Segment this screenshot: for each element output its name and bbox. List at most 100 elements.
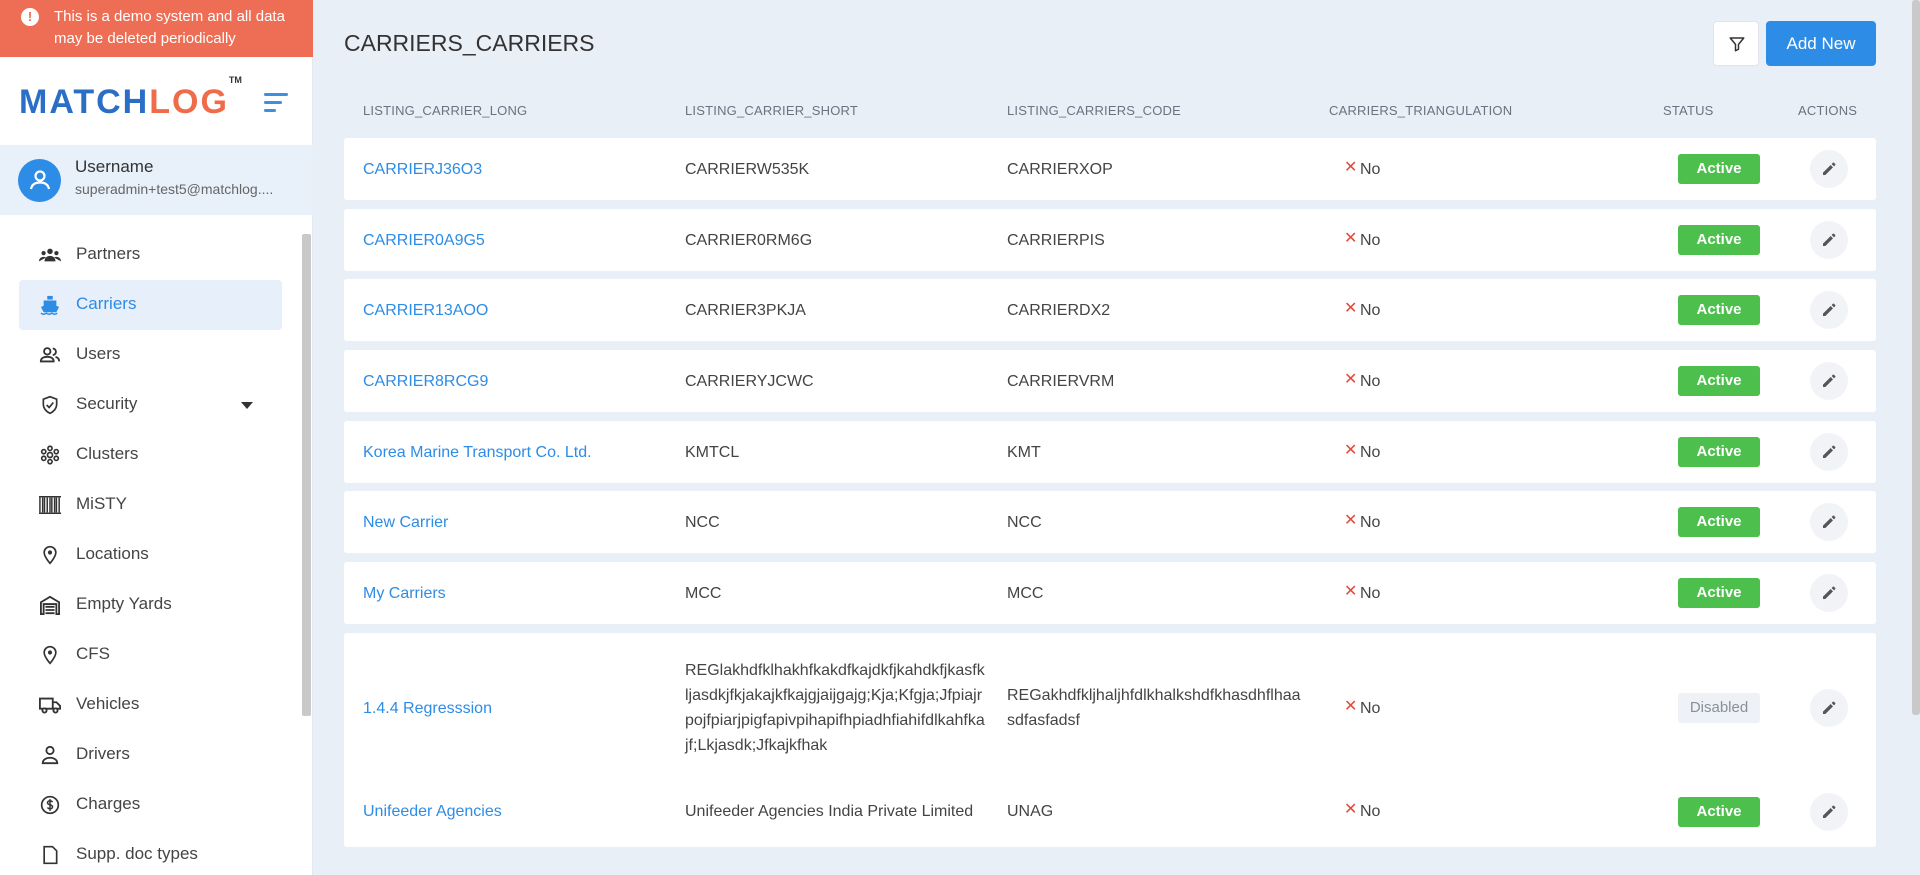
sidebar-item-empty-yards[interactable]: Empty Yards	[19, 580, 282, 630]
edit-button[interactable]	[1810, 221, 1848, 259]
sidebar-item-vehicles[interactable]: Vehicles	[19, 680, 282, 730]
person-icon	[39, 745, 61, 765]
sidebar-item-label: CFS	[76, 644, 110, 663]
triangulation-value: No	[1360, 514, 1381, 531]
triangulation-value: No	[1360, 444, 1381, 461]
carrier-short-cell: CARRIER0RM6G	[685, 232, 813, 249]
table-row: Unifeeder Agencies Unifeeder Agencies Ind…	[344, 776, 1876, 847]
filter-button[interactable]	[1713, 21, 1759, 66]
triangulation-value: No	[1360, 302, 1381, 319]
header-carrier-short[interactable]: LISTING_CARRIER_SHORT	[685, 103, 858, 118]
table-row: CARRIERJ36O3 CARRIERW535K CARRIERXOP ✕ No Act…	[344, 138, 1876, 200]
pencil-icon	[1823, 233, 1836, 246]
table-row: CARRIER0A9G5 CARRIER0RM6G CARRIERPIS ✕ No Act…	[344, 209, 1876, 271]
sidebar-item-label: Vehicles	[76, 694, 140, 713]
barcode-icon	[39, 495, 61, 515]
sidebar-item-label: Charges	[76, 794, 141, 813]
edit-button[interactable]	[1810, 362, 1848, 400]
carrier-code-cell: CARRIERVRM	[1007, 373, 1115, 390]
carrier-code-cell: MCC	[1007, 585, 1044, 602]
carrier-long-link[interactable]: CARRIER0A9G5	[363, 228, 663, 253]
carrier-short-cell: CARRIER3PKJA	[685, 302, 806, 319]
pencil-icon	[1823, 445, 1836, 458]
matchlog-logo[interactable]: MATCHLOGTM	[19, 75, 242, 122]
status-badge: Active	[1678, 578, 1760, 608]
avatar	[18, 159, 61, 202]
header-carrier-code[interactable]: LISTING_CARRIERS_CODE	[1007, 103, 1181, 118]
page-scrollbar[interactable]	[1912, 0, 1920, 715]
carrier-long-link[interactable]: My Carriers	[363, 581, 663, 606]
edit-button[interactable]	[1810, 503, 1848, 541]
sidebar-item-cfs[interactable]: CFS	[19, 630, 282, 680]
carrier-long-link[interactable]: Korea Marine Transport Co. Ltd.	[363, 440, 663, 465]
status-badge: Active	[1678, 295, 1760, 325]
shield-icon	[39, 395, 61, 415]
status-badge: Disabled	[1678, 693, 1760, 723]
sidebar-scrollbar[interactable]	[302, 234, 311, 716]
carrier-long-link[interactable]: New Carrier	[363, 510, 663, 535]
sidebar-item-misty[interactable]: MiSTY	[19, 480, 282, 530]
carrier-long-link[interactable]: Unifeeder Agencies	[363, 799, 663, 824]
sidebar-item-clusters[interactable]: Clusters	[19, 430, 282, 480]
sidebar-item-label: Supp. doc types	[76, 844, 198, 863]
sidebar-item-users[interactable]: Users	[19, 330, 282, 380]
sidebar-item-label: Users	[76, 344, 121, 363]
close-icon: ✕	[1344, 801, 1358, 818]
header-triangulation[interactable]: CARRIERS_TRIANGULATION	[1329, 103, 1512, 118]
table-row: Korea Marine Transport Co. Ltd. KMTCL KMT ✕…	[344, 421, 1876, 483]
demo-warning-text: This is a demo system and all data may b…	[54, 8, 285, 47]
sidebar-item-label: Security	[76, 394, 138, 413]
status-badge: Active	[1678, 507, 1760, 537]
triangulation-value: No	[1360, 373, 1381, 390]
header-status[interactable]: STATUS	[1663, 103, 1714, 118]
ship-icon	[39, 295, 61, 315]
user-icon	[29, 170, 51, 190]
status-badge: Active	[1678, 225, 1760, 255]
edit-button[interactable]	[1810, 574, 1848, 612]
sidebar-item-locations[interactable]: Locations	[19, 530, 282, 580]
sidebar-item-drivers[interactable]: Drivers	[19, 730, 282, 780]
sidebar-item-partners[interactable]: Partners	[19, 230, 282, 280]
table-row: CARRIER13AOO CARRIER3PKJA CARRIERDX2 ✕ No Act…	[344, 279, 1876, 341]
header-carrier-long[interactable]: LISTING_CARRIER_LONG	[363, 103, 527, 118]
close-icon: ✕	[1344, 159, 1358, 176]
status-badge: Active	[1678, 366, 1760, 396]
sidebar-item-charges[interactable]: Charges	[19, 780, 282, 830]
edit-button[interactable]	[1810, 793, 1848, 831]
carrier-code-cell: UNAG	[1007, 803, 1054, 820]
edit-button[interactable]	[1810, 150, 1848, 188]
caret-down-icon[interactable]	[241, 402, 253, 409]
pencil-icon	[1823, 515, 1836, 528]
carrier-long-link[interactable]: CARRIER8RCG9	[363, 369, 663, 394]
carrier-long-link[interactable]: CARRIER13AOO	[363, 298, 663, 323]
triangulation-value: No	[1360, 232, 1381, 249]
add-new-button[interactable]: Add New	[1766, 21, 1876, 66]
carrier-short-cell: KMTCL	[685, 444, 740, 461]
edit-button[interactable]	[1810, 689, 1848, 727]
table-row: 1.4.4 Regresssion REGlakhdfklhakhfkakdfka…	[344, 633, 1876, 783]
carrier-long-link[interactable]: 1.4.4 Regresssion	[363, 696, 663, 721]
close-icon: ✕	[1344, 583, 1358, 600]
carrier-short-cell: MCC	[685, 585, 722, 602]
sidebar-item-security[interactable]: Security	[19, 380, 282, 430]
carrier-code-cell: REGakhdfkljhaljhfdlkhalkshdfkhasdhflhaas…	[1007, 687, 1301, 729]
sidebar-item-carriers[interactable]: Carriers	[19, 280, 282, 330]
table-row: New Carrier NCC NCC ✕ No Active	[344, 491, 1876, 553]
sidebar-item-supp-doc-types[interactable]: Supp. doc types	[19, 830, 282, 875]
location-pin-icon	[39, 545, 61, 565]
carrier-code-cell: CARRIERPIS	[1007, 232, 1105, 249]
edit-button[interactable]	[1810, 433, 1848, 471]
carrier-short-cell: CARRIERW535K	[685, 161, 810, 178]
user-profile[interactable]: Username superadmin+test5@matchlog....	[0, 145, 313, 215]
pencil-icon	[1823, 162, 1836, 175]
edit-button[interactable]	[1810, 291, 1848, 329]
sidebar-item-label: Clusters	[76, 444, 139, 463]
menu-toggle-icon[interactable]	[264, 93, 290, 113]
close-icon: ✕	[1344, 442, 1358, 459]
sidebar-item-label: Locations	[76, 544, 149, 563]
carrier-code-cell: NCC	[1007, 514, 1042, 531]
sidebar-item-label: MiSTY	[76, 494, 127, 513]
sidebar-item-label: Carriers	[76, 294, 137, 313]
carrier-long-link[interactable]: CARRIERJ36O3	[363, 157, 663, 182]
triangulation-value: No	[1360, 803, 1381, 820]
